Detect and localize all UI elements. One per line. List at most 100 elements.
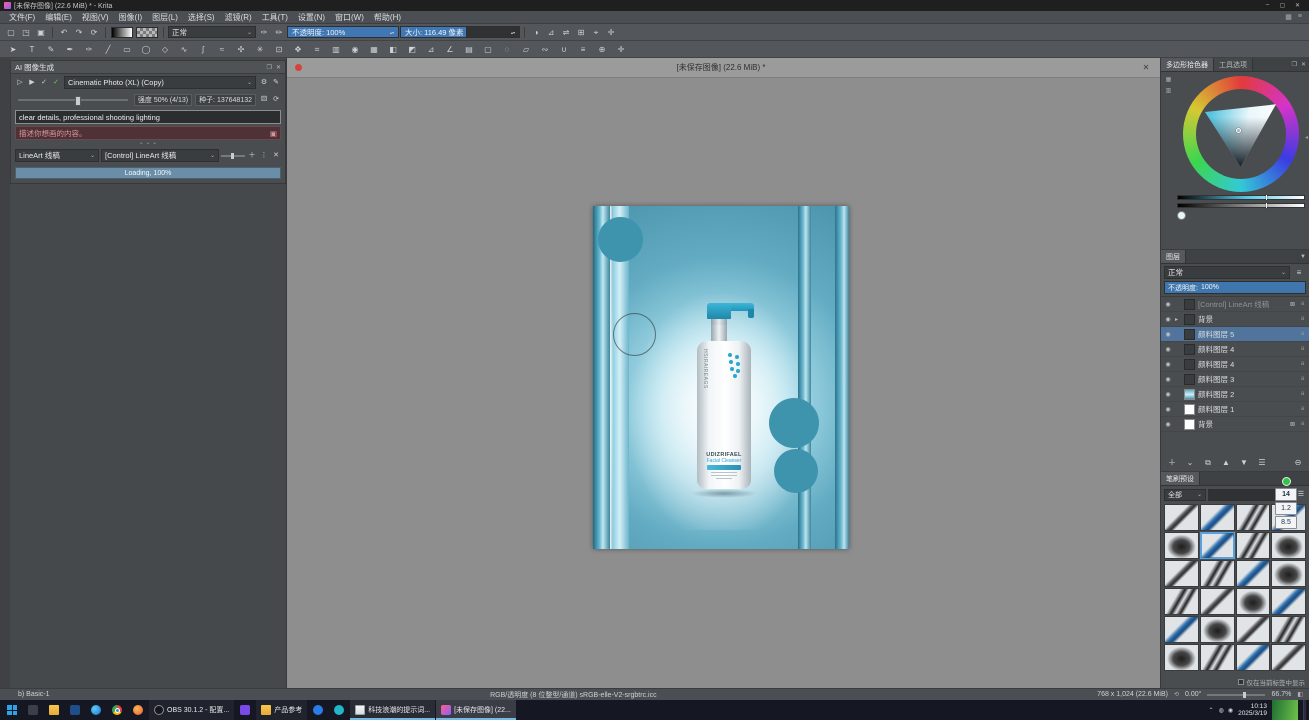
control-menu-icon[interactable]: ⋮ <box>259 149 269 162</box>
brush-preset[interactable] <box>1200 616 1235 643</box>
brush-preset[interactable] <box>1200 532 1235 559</box>
krita-window-button[interactable]: [未保存图像] (22... <box>436 700 516 720</box>
layer-alpha-icon[interactable]: a <box>1299 301 1306 307</box>
open-image-icon[interactable]: ◳ <box>19 26 33 39</box>
freehand-path-tool[interactable]: ≈ <box>213 43 231 56</box>
negative-prompt-input[interactable]: 描述你想画的内容。 ▣ <box>15 126 281 140</box>
rect-select-tool[interactable]: ▢ <box>479 43 497 56</box>
add-layer-menu-icon[interactable]: ⌄ <box>1183 456 1197 469</box>
brush-preset[interactable] <box>1271 532 1306 559</box>
tray-volume-icon[interactable]: ◉ <box>1228 707 1233 714</box>
layer-alpha-icon[interactable]: a <box>1299 331 1306 337</box>
close-docker-icon[interactable]: ✕ <box>1301 61 1306 68</box>
float-docker-icon[interactable]: ❐ <box>1292 61 1297 68</box>
control-type-select[interactable]: LineArt 线稿 ⌄ <box>15 149 99 162</box>
new-image-icon[interactable]: ▢ <box>4 26 18 39</box>
颜料图层 4[interactable]: ◉ ▸ 颜料图层 4 ⊠ a <box>1161 342 1309 357</box>
app-blue-icon[interactable] <box>308 700 328 720</box>
edit-brush-settings-icon[interactable]: ✏ <box>272 26 286 39</box>
assistants-tool[interactable]: ⊿ <box>422 43 440 56</box>
menu-item[interactable]: 设置(N) <box>293 12 330 23</box>
freehand-brush-tool[interactable]: ✑ <box>80 43 98 56</box>
app-orange-icon[interactable] <box>128 700 148 720</box>
crop-tool[interactable]: ⌗ <box>308 43 326 56</box>
start-button[interactable] <box>2 700 22 720</box>
app-teal-icon[interactable] <box>329 700 349 720</box>
hud-value[interactable]: 1.2 <box>1275 502 1297 515</box>
reset-rotation-icon[interactable]: ⟲ <box>1174 691 1179 698</box>
choose-brush-preset-icon[interactable]: ✑ <box>257 26 271 39</box>
layer-opacity-slider[interactable]: 不透明度: 100% <box>1164 281 1306 294</box>
move-layer-down-icon[interactable]: ▼ <box>1237 456 1251 469</box>
polyline-tool[interactable]: ∿ <box>175 43 193 56</box>
layer-visibility-icon[interactable]: ◉ <box>1164 406 1172 413</box>
last-color-swatch[interactable] <box>1177 211 1186 220</box>
pattern-swatch[interactable] <box>136 27 158 38</box>
measure-tool[interactable]: ∠ <box>441 43 459 56</box>
brush-preset[interactable] <box>1236 504 1271 531</box>
save-image-icon[interactable]: ▣ <box>34 26 48 39</box>
refresh-seed-icon[interactable]: ⟳ <box>271 93 281 106</box>
prompt-options-icon[interactable]: ▣ <box>270 129 277 138</box>
颜料图层 3[interactable]: ◉ ▸ 颜料图层 3 ⊠ a <box>1161 372 1309 387</box>
layer-alpha-icon[interactable]: a <box>1299 376 1306 382</box>
brush-preset[interactable] <box>1200 644 1235 671</box>
brush-size-spinbox[interactable]: 大小: 116.49 像素 ▴▾ <box>400 26 520 38</box>
mirror-icon[interactable]: ⇌ <box>559 26 573 39</box>
apply-icon[interactable]: ✓ <box>39 76 49 89</box>
shade-selector-arrow-icon[interactable]: ◂ <box>1305 134 1308 141</box>
edit-shapes-tool[interactable]: ✎ <box>42 43 60 56</box>
undo-icon[interactable]: ↶ <box>57 26 71 39</box>
layer-properties-icon[interactable]: ☰ <box>1255 456 1269 469</box>
ai-style-preset-select[interactable]: Cinematic Photo (XL) (Copy) ⌄ <box>64 76 256 89</box>
control-layer-select[interactable]: [Control] LineArt 线稿 ⌄ <box>101 149 219 162</box>
zoom-slider[interactable] <box>1207 694 1265 696</box>
generate-all-icon[interactable]: ▶ <box>27 76 37 89</box>
pan-icon[interactable]: ✛ <box>604 26 618 39</box>
brush-search-input[interactable] <box>1208 489 1282 501</box>
show-desktop-button[interactable] <box>1303 700 1306 720</box>
document-close-icon[interactable]: ✕ <box>1140 63 1152 72</box>
layer-alpha-icon[interactable]: a <box>1299 361 1306 367</box>
search-button[interactable] <box>23 700 43 720</box>
checkbox-icon[interactable] <box>1238 679 1244 685</box>
reference-images-tool[interactable]: ▤ <box>460 43 478 56</box>
layer-blend-mode-select[interactable]: 正常 ⌄ <box>1164 266 1290 279</box>
maximize-button[interactable]: ▢ <box>1275 2 1290 9</box>
selection-display-icon[interactable]: ◧ <box>1297 691 1303 698</box>
prompt-input[interactable]: clear details, professional shooting lig… <box>15 110 281 124</box>
file-explorer-icon[interactable] <box>44 700 64 720</box>
ai-docker-header[interactable]: AI 图像生成 ❐✕ <box>11 61 285 74</box>
strength-value[interactable]: 强度 50% (4/13) <box>134 94 192 106</box>
menu-item[interactable]: 帮助(H) <box>369 12 406 23</box>
颜料图层 4[interactable]: ◉ ▸ 颜料图层 4 ⊠ a <box>1161 357 1309 372</box>
brush-preset[interactable] <box>1271 560 1306 587</box>
layer-visibility-icon[interactable]: ◉ <box>1164 376 1172 383</box>
control-strength-slider[interactable] <box>221 155 245 157</box>
layer-alpha-icon[interactable]: a <box>1299 316 1306 322</box>
dynamic-brush-tool[interactable]: ✣ <box>232 43 250 56</box>
clock[interactable]: 10:13 2025/3/19 <box>1238 703 1267 718</box>
app-purple-icon[interactable] <box>235 700 255 720</box>
select-shapes-tool[interactable]: ➤ <box>4 43 22 56</box>
layer-visibility-icon[interactable]: ◉ <box>1164 361 1172 368</box>
brush-preset[interactable] <box>1271 588 1306 615</box>
layer-visibility-icon[interactable]: ◉ <box>1164 346 1172 353</box>
gradient-tool[interactable]: ▥ <box>327 43 345 56</box>
pattern-tool[interactable]: ▦ <box>365 43 383 56</box>
minimize-button[interactable]: – <box>1260 2 1275 9</box>
颜料图层 5[interactable]: ◉ ▸ 颜料图层 5 ⊠ a <box>1161 327 1309 342</box>
strength-slider[interactable] <box>18 99 128 101</box>
color-sampler-tool[interactable]: ◉ <box>346 43 364 56</box>
seed-value[interactable]: 种子: 137648132 <box>195 94 256 106</box>
brush-preset[interactable] <box>1236 644 1271 671</box>
rectangle-tool[interactable]: ▭ <box>118 43 136 56</box>
redo-icon[interactable]: ↷ <box>72 26 86 39</box>
rotation-icon[interactable]: ⊿ <box>544 26 558 39</box>
layer-alpha-icon[interactable]: a <box>1299 391 1306 397</box>
layer-visibility-icon[interactable]: ◉ <box>1164 331 1172 338</box>
obs-window-button[interactable]: OBS 30.1.2 - 配置... <box>149 700 234 720</box>
zoom-tool[interactable]: ⊕ <box>593 43 611 56</box>
brush-presets-tab[interactable]: 笔刷预设 <box>1161 472 1200 485</box>
weather-widget[interactable] <box>1272 700 1298 720</box>
